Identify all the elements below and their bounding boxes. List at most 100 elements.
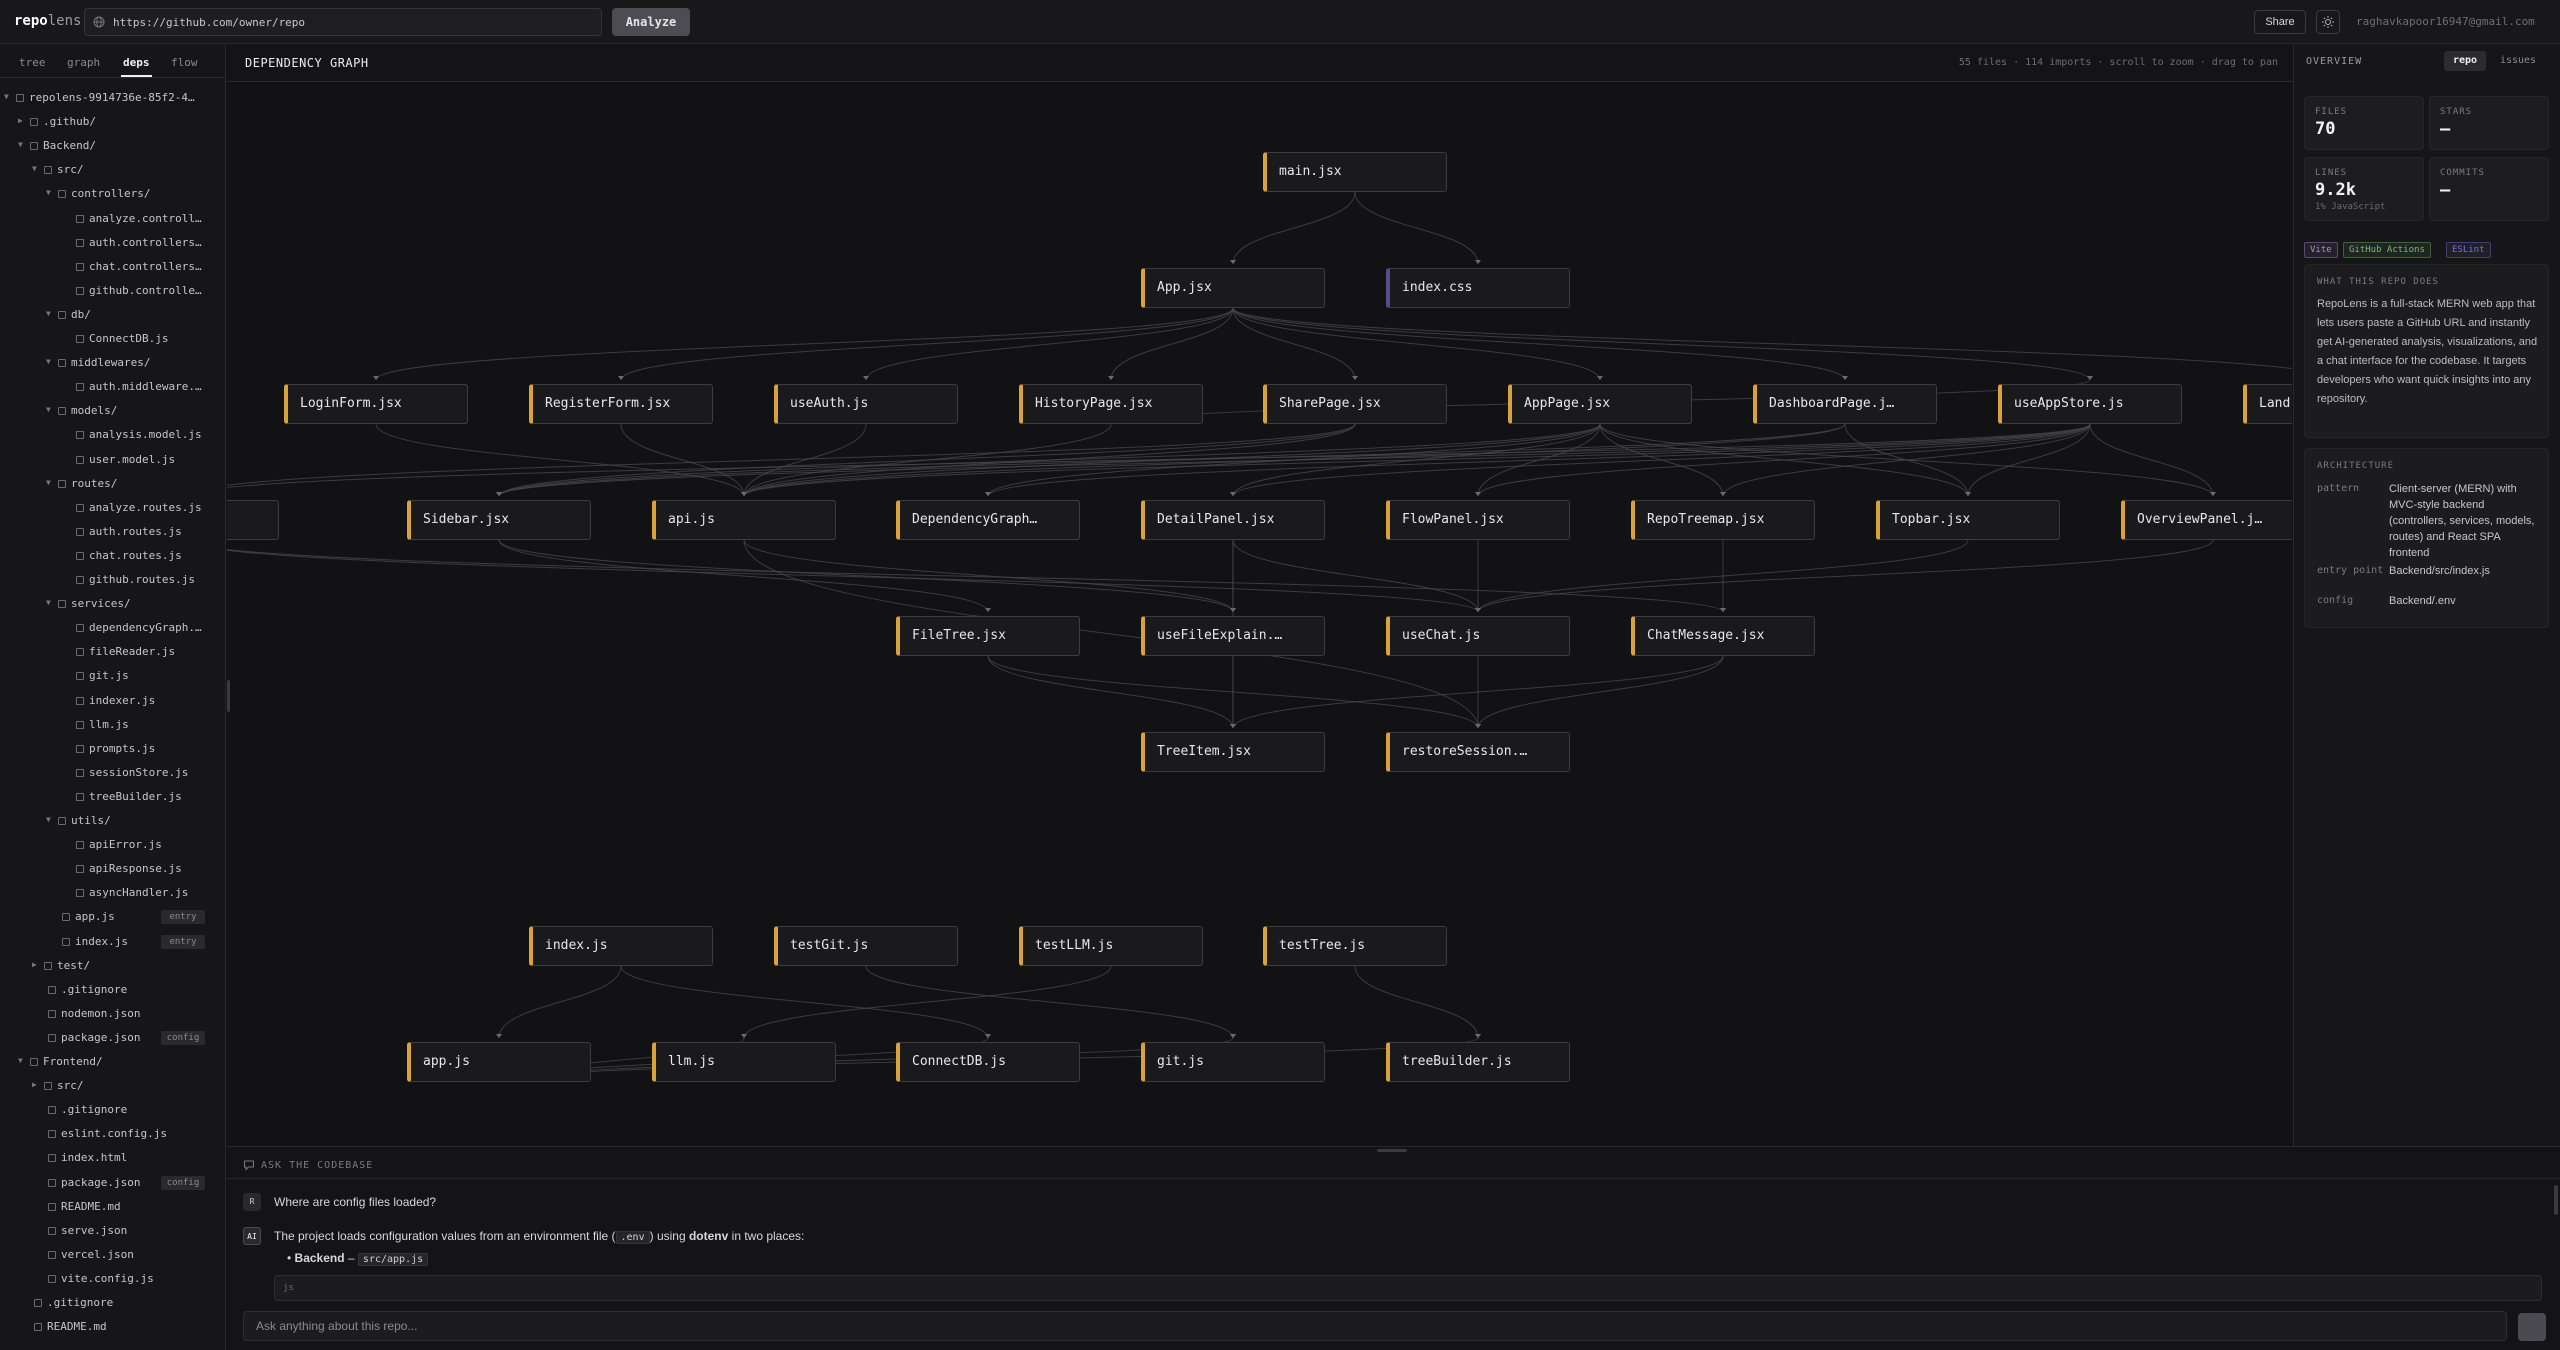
tree-folder[interactable]: ▶ .github/ bbox=[0, 112, 225, 132]
graph-node[interactable]: HistoryPage.jsx bbox=[1019, 384, 1203, 424]
graph-node[interactable]: el.jsx bbox=[227, 500, 279, 540]
tree-folder[interactable]: ▼ routes/ bbox=[0, 474, 225, 494]
graph-node[interactable]: app.js bbox=[407, 1042, 591, 1082]
tab-tree[interactable]: tree bbox=[19, 56, 46, 69]
chevron-right-icon[interactable]: ▶ bbox=[32, 960, 37, 969]
chevron-right-icon[interactable]: ▶ bbox=[32, 1080, 37, 1089]
tree-file[interactable]: ConnectDB.js bbox=[0, 329, 225, 349]
tree-folder[interactable]: ▼ services/ bbox=[0, 594, 225, 614]
tree-file[interactable]: github.routes.js bbox=[0, 570, 225, 590]
tree-file[interactable]: .gitignore bbox=[0, 1293, 225, 1313]
graph-node[interactable]: FlowPanel.jsx bbox=[1386, 500, 1570, 540]
chevron-down-icon[interactable]: ▼ bbox=[32, 164, 37, 173]
tree-file[interactable]: auth.middleware.… bbox=[0, 377, 225, 397]
tab-flow[interactable]: flow bbox=[171, 56, 198, 69]
graph-node[interactable]: useAuth.js bbox=[774, 384, 958, 424]
graph-node[interactable]: llm.js bbox=[652, 1042, 836, 1082]
tab-deps[interactable]: deps bbox=[121, 56, 151, 77]
graph-node[interactable]: App.jsx bbox=[1141, 268, 1325, 308]
tree-file[interactable]: auth.controllers… bbox=[0, 233, 225, 253]
share-button[interactable]: Share bbox=[2254, 10, 2306, 34]
graph-node[interactable]: AppPage.jsx bbox=[1508, 384, 1692, 424]
tree-folder[interactable]: ▼ Backend/ bbox=[0, 136, 225, 156]
graph-node[interactable]: SharePage.jsx bbox=[1263, 384, 1447, 424]
tree-file[interactable]: user.model.js bbox=[0, 450, 225, 470]
graph-node[interactable]: TreeItem.jsx bbox=[1141, 732, 1325, 772]
graph-node[interactable]: Topbar.jsx bbox=[1876, 500, 2060, 540]
tree-file[interactable]: .gitignore bbox=[0, 1100, 225, 1120]
graph-node[interactable]: DependencyGraph… bbox=[896, 500, 1080, 540]
graph-node[interactable]: api.js bbox=[652, 500, 836, 540]
tree-folder[interactable]: ▼ Frontend/ bbox=[0, 1052, 225, 1072]
tree-file[interactable]: README.md bbox=[0, 1317, 225, 1337]
chevron-down-icon[interactable]: ▼ bbox=[18, 140, 23, 149]
graph-node[interactable]: ChatMessage.jsx bbox=[1631, 616, 1815, 656]
tree-file[interactable]: fileReader.js bbox=[0, 642, 225, 662]
chevron-down-icon[interactable]: ▼ bbox=[46, 309, 51, 318]
graph-node[interactable]: testGit.js bbox=[774, 926, 958, 966]
graph-node[interactable]: DetailPanel.jsx bbox=[1141, 500, 1325, 540]
tree-file[interactable]: README.md bbox=[0, 1197, 225, 1217]
graph-node[interactable]: FileTree.jsx bbox=[896, 616, 1080, 656]
chat-resize-handle[interactable] bbox=[1377, 1149, 1407, 1152]
chevron-down-icon[interactable]: ▼ bbox=[46, 478, 51, 487]
tree-file[interactable]: .gitignore bbox=[0, 980, 225, 1000]
tree-file[interactable]: package.json config bbox=[0, 1173, 225, 1193]
tree-folder[interactable]: ▶ test/ bbox=[0, 956, 225, 976]
chevron-down-icon[interactable]: ▼ bbox=[18, 1056, 23, 1065]
tree-folder[interactable]: ▼ src/ bbox=[0, 160, 225, 180]
theme-toggle-button[interactable] bbox=[2316, 10, 2340, 34]
tree-file[interactable]: package.json config bbox=[0, 1028, 225, 1048]
graph-node[interactable]: main.jsx bbox=[1263, 152, 1447, 192]
graph-node[interactable]: useFileExplain.… bbox=[1141, 616, 1325, 656]
tree-file[interactable]: chat.controllers… bbox=[0, 257, 225, 277]
send-button[interactable] bbox=[2518, 1313, 2546, 1341]
tree-file[interactable]: indexer.js bbox=[0, 691, 225, 711]
graph-node[interactable]: Land bbox=[2243, 384, 2292, 424]
graph-node[interactable]: restoreSession.… bbox=[1386, 732, 1570, 772]
chevron-down-icon[interactable]: ▼ bbox=[46, 357, 51, 366]
ask-input[interactable] bbox=[256, 1312, 2486, 1340]
graph-node[interactable]: index.js bbox=[529, 926, 713, 966]
tree-file[interactable]: analyze.controll… bbox=[0, 209, 225, 229]
tree-file[interactable]: nodemon.json bbox=[0, 1004, 225, 1024]
tree-file[interactable]: chat.routes.js bbox=[0, 546, 225, 566]
graph-node[interactable]: ConnectDB.js bbox=[896, 1042, 1080, 1082]
graph-node[interactable]: treeBuilder.js bbox=[1386, 1042, 1570, 1082]
repo-url-field[interactable] bbox=[84, 8, 602, 36]
tree-file[interactable]: llm.js bbox=[0, 715, 225, 735]
tree-file[interactable]: auth.routes.js bbox=[0, 522, 225, 542]
tree-file[interactable]: serve.json bbox=[0, 1221, 225, 1241]
graph-node[interactable]: Sidebar.jsx bbox=[407, 500, 591, 540]
graph-node[interactable]: RegisterForm.jsx bbox=[529, 384, 713, 424]
tree-file[interactable]: apiResponse.js bbox=[0, 859, 225, 879]
graph-node[interactable]: RepoTreemap.jsx bbox=[1631, 500, 1815, 540]
user-email[interactable]: raghavkapoor16947@gmail.com bbox=[2356, 15, 2535, 28]
tree-file[interactable]: dependencyGraph.… bbox=[0, 618, 225, 638]
graph-node[interactable]: index.css bbox=[1386, 268, 1570, 308]
analyze-button[interactable]: Analyze bbox=[612, 8, 690, 36]
tree-file[interactable]: index.html bbox=[0, 1148, 225, 1168]
tree-folder[interactable]: ▼ repolens-9914736e-85f2-4… bbox=[0, 88, 225, 108]
chevron-down-icon[interactable]: ▼ bbox=[4, 92, 9, 101]
graph-node[interactable]: useChat.js bbox=[1386, 616, 1570, 656]
graph-node[interactable]: LoginForm.jsx bbox=[284, 384, 468, 424]
tree-file[interactable]: vite.config.js bbox=[0, 1269, 225, 1289]
dependency-graph-panel[interactable]: DEPENDENCY GRAPH 55 files · 114 imports … bbox=[227, 44, 2292, 1146]
chevron-right-icon[interactable]: ▶ bbox=[18, 116, 23, 125]
sidebar-resize-handle[interactable] bbox=[227, 680, 230, 712]
tree-folder[interactable]: ▼ utils/ bbox=[0, 811, 225, 831]
graph-node[interactable]: testTree.js bbox=[1263, 926, 1447, 966]
tree-file[interactable]: asyncHandler.js bbox=[0, 883, 225, 903]
graph-node[interactable]: testLLM.js bbox=[1019, 926, 1203, 966]
tree-file[interactable]: app.js entry bbox=[0, 907, 225, 927]
tree-file[interactable]: eslint.config.js bbox=[0, 1124, 225, 1144]
tree-file[interactable]: analysis.model.js bbox=[0, 425, 225, 445]
chevron-down-icon[interactable]: ▼ bbox=[46, 598, 51, 607]
graph-node[interactable]: git.js bbox=[1141, 1042, 1325, 1082]
tree-folder[interactable]: ▼ db/ bbox=[0, 305, 225, 325]
tree-file[interactable]: apiError.js bbox=[0, 835, 225, 855]
tree-file[interactable]: github.controlle… bbox=[0, 281, 225, 301]
tab-repo[interactable]: repo bbox=[2444, 51, 2486, 71]
tree-file[interactable]: analyze.routes.js bbox=[0, 498, 225, 518]
